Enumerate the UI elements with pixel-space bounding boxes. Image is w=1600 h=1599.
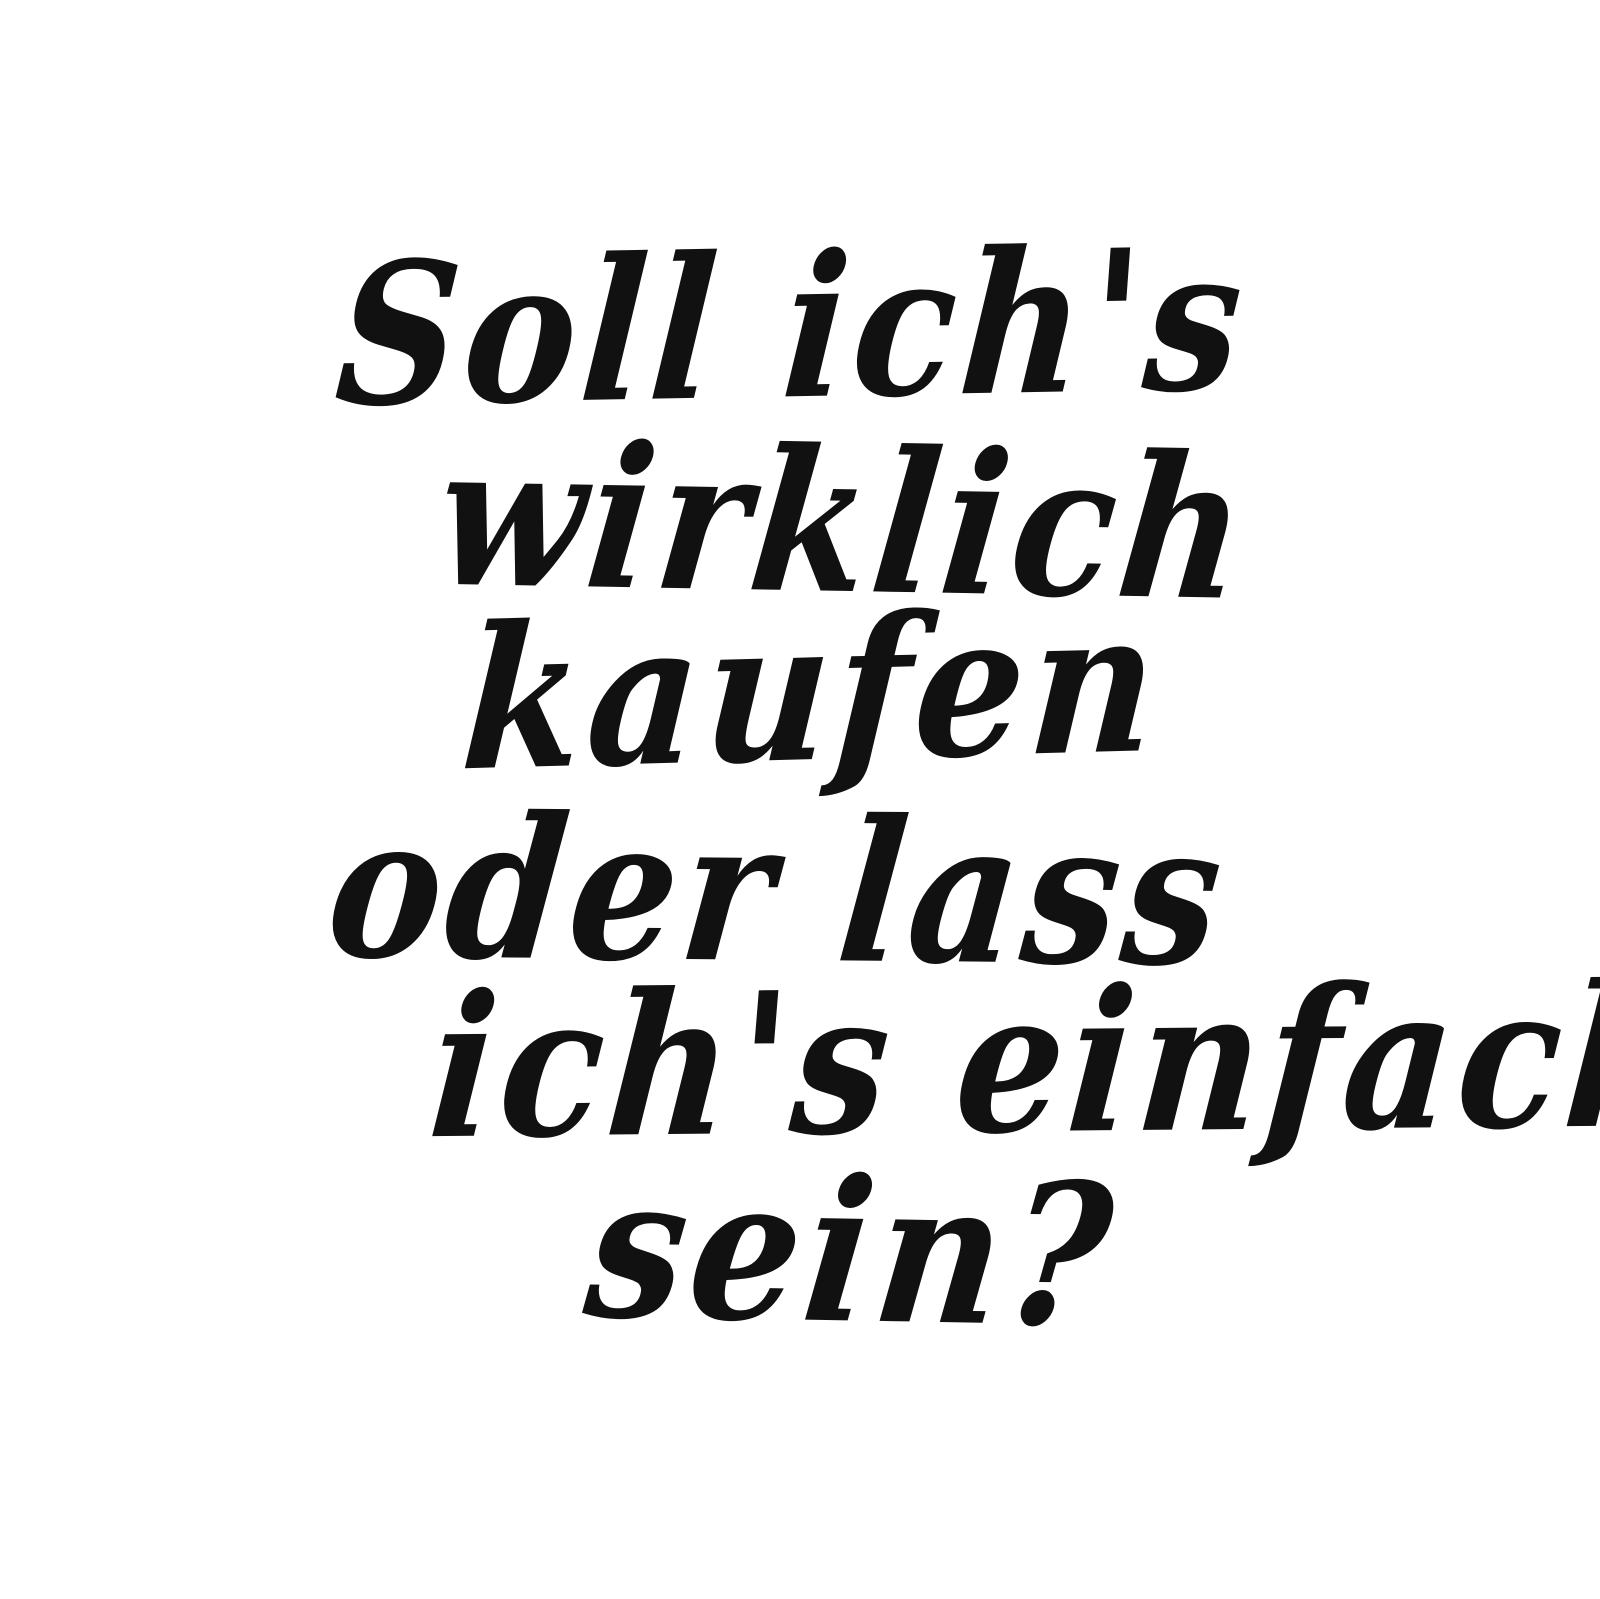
quote-line-5: ich's einfach bbox=[422, 941, 1600, 1184]
quote-line-3: kaufen bbox=[455, 566, 1169, 816]
quote-line-6: sein? bbox=[576, 1133, 1128, 1372]
lettering-canvas: Soll ich's wirklich kaufen oder lass ich… bbox=[0, 0, 1600, 1599]
handwritten-quote: Soll ich's wirklich kaufen oder lass ich… bbox=[0, 0, 1600, 1599]
